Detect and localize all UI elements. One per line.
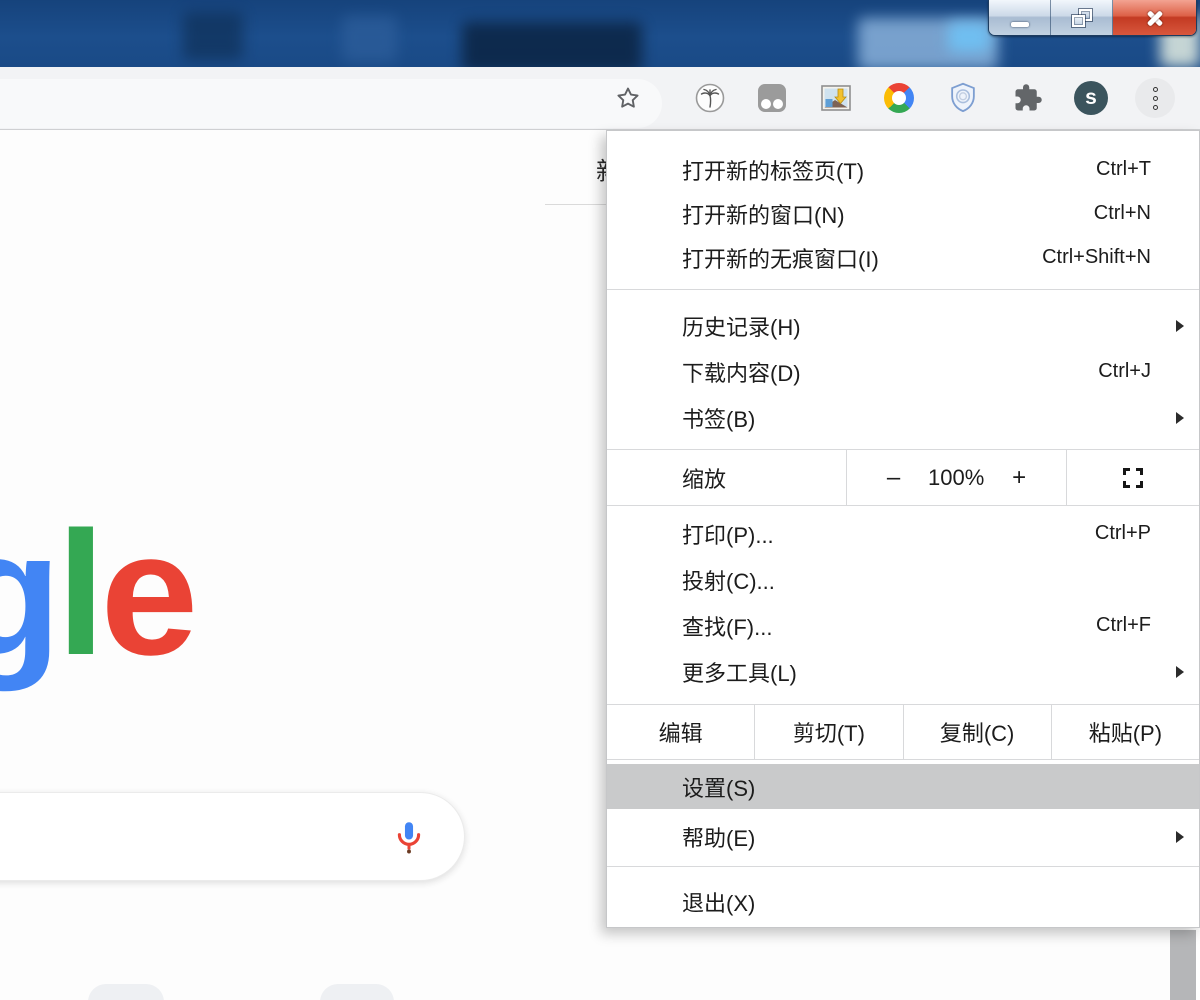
minimize-icon: [1011, 22, 1029, 27]
menu-item-new-tab[interactable]: 打开新的标签页(T) Ctrl+T: [607, 147, 1199, 192]
menu-item-new-window[interactable]: 打开新的窗口(N) Ctrl+N: [607, 191, 1199, 236]
menu-item-bookmarks[interactable]: 书签(B): [607, 395, 1199, 440]
menu-item-label: 打印(P)...: [682, 518, 1095, 550]
voice-search-button[interactable]: [391, 818, 427, 863]
extension-color-ring-button[interactable]: [884, 83, 914, 113]
menu-item-find[interactable]: 查找(F)... Ctrl+F: [607, 603, 1199, 648]
menu-item-label: 历史记录(H): [682, 310, 1151, 342]
google-search-button-partial[interactable]: [88, 984, 164, 1000]
submenu-arrow-icon: [1176, 320, 1184, 332]
menu-separator: [607, 289, 1199, 290]
kebab-menu-icon: [1135, 78, 1175, 118]
cut-button[interactable]: 剪切(T): [754, 705, 902, 759]
copy-button[interactable]: 复制(C): [903, 705, 1051, 759]
edit-label: 编辑: [607, 705, 754, 759]
menu-item-downloads[interactable]: 下载内容(D) Ctrl+J: [607, 349, 1199, 394]
menu-item-label: 设置(S): [682, 771, 1151, 803]
menu-item-label: 查找(F)...: [682, 610, 1096, 642]
submenu-arrow-icon: [1176, 666, 1184, 678]
menu-separator: [607, 505, 1199, 506]
menu-item-label: 书签(B): [682, 402, 1151, 434]
extensions-menu-button[interactable]: [1013, 83, 1043, 113]
logo-letter-g: g: [0, 496, 57, 692]
menu-item-label: 打开新的标签页(T): [682, 154, 1096, 186]
avatar: s: [1074, 81, 1108, 115]
puzzle-icon: [1013, 83, 1043, 113]
page-scrollbar-thumb[interactable]: [1170, 930, 1196, 1000]
menu-item-help[interactable]: 帮助(E): [607, 814, 1199, 859]
color-ring-icon: [884, 83, 914, 113]
menu-item-label: 帮助(E): [682, 821, 1151, 853]
close-icon: [1145, 8, 1165, 28]
menu-item-shortcut: Ctrl+P: [1095, 522, 1151, 545]
fullscreen-icon: [1123, 468, 1143, 488]
extension-palm-button[interactable]: [694, 82, 726, 114]
menu-item-new-incognito[interactable]: 打开新的无痕窗口(I) Ctrl+Shift+N: [607, 235, 1199, 280]
palm-badge-icon: [694, 82, 726, 114]
window-controls: [988, 0, 1197, 36]
image-download-icon: [821, 85, 851, 111]
wallpaper-blur: [342, 16, 397, 62]
zoom-out-button[interactable]: –: [887, 464, 900, 492]
menu-item-label: 投射(C)...: [682, 564, 1151, 596]
star-icon: [615, 85, 642, 112]
menu-item-settings[interactable]: 设置(S): [607, 764, 1199, 809]
extension-shield-button[interactable]: [949, 82, 977, 114]
submenu-arrow-icon: [1176, 831, 1184, 843]
menu-item-label: 退出(X): [682, 886, 1151, 918]
menu-item-shortcut: Ctrl+F: [1096, 614, 1151, 637]
wallpaper-blur: [462, 22, 642, 67]
menu-item-print[interactable]: 打印(P)... Ctrl+P: [607, 511, 1199, 556]
zoom-controls: – 100% +: [846, 450, 1067, 505]
zoom-level: 100%: [928, 465, 984, 491]
close-button[interactable]: [1113, 0, 1196, 35]
menu-item-more-tools[interactable]: 更多工具(L): [607, 649, 1199, 694]
menu-item-label: 更多工具(L): [682, 656, 1151, 688]
feeling-lucky-button-partial[interactable]: [320, 984, 394, 1000]
zoom-label: 缩放: [607, 450, 846, 505]
logo-letter-e: e: [100, 496, 193, 692]
page-scrollbar-track: [1196, 930, 1200, 1000]
menu-edit-row: 编辑 剪切(T) 复制(C) 粘贴(P): [607, 705, 1199, 759]
shield-icon: [949, 82, 977, 114]
extension-monkey-button[interactable]: [758, 84, 786, 112]
microphone-icon: [391, 818, 427, 858]
extension-image-downloader-button[interactable]: [821, 85, 851, 111]
page-text-fragment: 新: [596, 152, 606, 182]
paste-button[interactable]: 粘贴(P): [1051, 705, 1199, 759]
fullscreen-button[interactable]: [1067, 450, 1199, 505]
menu-item-shortcut: Ctrl+Shift+N: [1042, 246, 1151, 269]
profile-avatar-button[interactable]: s: [1074, 81, 1108, 115]
menu-item-shortcut: Ctrl+T: [1096, 158, 1151, 181]
minimize-button[interactable]: [989, 0, 1051, 35]
menu-zoom-row: 缩放 – 100% +: [607, 450, 1199, 505]
logo-letter-l: l: [57, 496, 101, 692]
menu-item-label: 下载内容(D): [682, 356, 1098, 388]
menu-item-cast[interactable]: 投射(C)...: [607, 557, 1199, 602]
browser-toolbar: s: [0, 67, 1200, 130]
menu-item-label: 打开新的无痕窗口(I): [682, 242, 1042, 274]
submenu-arrow-icon: [1176, 412, 1184, 424]
google-logo-partial: gle: [0, 506, 193, 682]
menu-separator: [607, 759, 1199, 760]
menu-separator: [607, 866, 1199, 867]
menu-item-shortcut: Ctrl+N: [1094, 202, 1151, 225]
bookmark-star-button[interactable]: [615, 85, 642, 112]
menu-item-label: 打开新的窗口(N): [682, 198, 1094, 230]
menu-item-exit[interactable]: 退出(X): [607, 879, 1199, 924]
wallpaper-blur: [183, 12, 243, 60]
wallpaper-blur: [948, 22, 990, 52]
zoom-in-button[interactable]: +: [1012, 464, 1026, 492]
address-bar[interactable]: [0, 79, 662, 128]
menu-item-history[interactable]: 历史记录(H): [607, 303, 1199, 348]
page-divider-fragment: [545, 204, 606, 205]
browser-menu-button[interactable]: [1135, 78, 1175, 118]
restore-icon: [1072, 9, 1092, 27]
monkey-icon: [758, 84, 786, 112]
chrome-menu: 打开新的标签页(T) Ctrl+T 打开新的窗口(N) Ctrl+N 打开新的无…: [606, 130, 1200, 928]
menu-item-shortcut: Ctrl+J: [1098, 360, 1151, 383]
restore-button[interactable]: [1051, 0, 1113, 35]
browser-window: s 新 gle 打开新的标签页(T) Ctrl+T 打开新的窗口(N) C: [0, 0, 1200, 1000]
